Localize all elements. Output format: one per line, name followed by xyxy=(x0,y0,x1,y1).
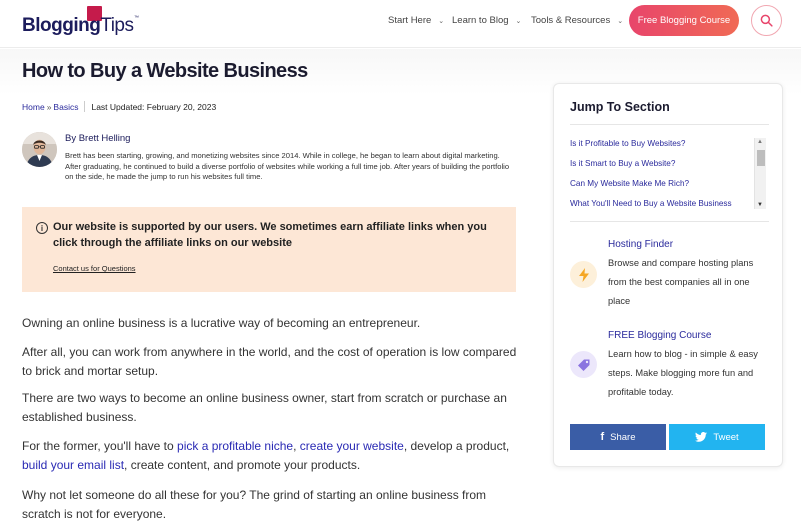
toc-item[interactable]: Is it Profitable to Buy Websites? xyxy=(570,139,685,148)
author-name[interactable]: By Brett Helling xyxy=(65,133,130,144)
free-course-link[interactable]: FREE Blogging Course xyxy=(608,330,711,341)
site-header: BloggingTips ™ Start Here ⌄ Learn to Blo… xyxy=(0,0,801,48)
toc-item[interactable]: Is it Smart to Buy a Website? xyxy=(570,159,675,168)
article-meta: Home » Basics Last Updated: February 20,… xyxy=(22,101,216,112)
nav-tools-resources[interactable]: Tools & Resources ⌄ xyxy=(531,15,623,26)
contact-link[interactable]: Contact us for Questions xyxy=(53,264,136,273)
sidebar-card: Jump To Section Is it Profitable to Buy … xyxy=(553,83,783,467)
page-title: How to Buy a Website Business xyxy=(22,60,308,82)
logo-trademark: ™ xyxy=(134,15,139,21)
avatar-image xyxy=(22,132,57,167)
facebook-share-button[interactable]: f Share xyxy=(570,424,666,450)
article-paragraph-2: After all, you can work from anywhere in… xyxy=(22,345,517,378)
lightning-icon xyxy=(570,261,597,288)
search-button[interactable] xyxy=(751,5,782,36)
breadcrumb-category[interactable]: Basics xyxy=(53,102,78,112)
twitter-share-button[interactable]: Tweet xyxy=(669,424,765,450)
toc-list[interactable]: Is it Profitable to Buy Websites? Is it … xyxy=(570,138,768,209)
article-paragraph-3: There are two ways to become an online b… xyxy=(22,391,507,424)
toc-item[interactable]: What You'll Need to Buy a Website Busine… xyxy=(570,199,732,208)
toc-item[interactable]: Can My Website Make Me Rich? xyxy=(570,179,689,188)
hosting-finder-link[interactable]: Hosting Finder xyxy=(608,239,673,250)
author-bio: Brett has been starting, growing, and mo… xyxy=(65,151,510,181)
scroll-up-icon[interactable]: ▲ xyxy=(757,139,763,145)
toc-scrollbar[interactable]: ▲ ▼ xyxy=(754,138,766,209)
search-icon xyxy=(760,14,773,27)
article-paragraph-4: For the former, you'll have to pick a pr… xyxy=(22,439,510,472)
author-avatar[interactable] xyxy=(22,132,57,167)
free-course-button[interactable]: Free Blogging Course xyxy=(629,5,739,36)
link-create-website[interactable]: create your website xyxy=(300,439,404,453)
chevron-down-icon: ⌄ xyxy=(438,17,445,25)
scrollbar-thumb[interactable] xyxy=(757,150,765,166)
nav-start-here[interactable]: Start Here ⌄ xyxy=(388,15,444,26)
divider xyxy=(570,221,769,222)
article-paragraph-1: Owning an online business is a lucrative… xyxy=(22,316,421,330)
notice-text: Our website is supported by our users. W… xyxy=(53,221,487,249)
affiliate-notice: i Our website is supported by our users.… xyxy=(22,207,516,292)
last-updated: Last Updated: February 20, 2023 xyxy=(91,101,217,112)
facebook-icon: f xyxy=(600,431,605,443)
jump-to-section-title: Jump To Section xyxy=(570,100,670,114)
chevron-down-icon: ⌄ xyxy=(617,17,624,25)
breadcrumb-separator: » xyxy=(46,101,52,112)
breadcrumb-home[interactable]: Home xyxy=(22,102,45,112)
article-paragraph-5: Why not let someone do all these for you… xyxy=(22,488,487,521)
link-build-email-list[interactable]: build your email list xyxy=(22,458,124,472)
chevron-down-icon: ⌄ xyxy=(515,17,522,25)
hosting-finder-desc: Browse and compare hosting plans from th… xyxy=(608,258,754,306)
free-course-desc: Learn how to blog - in simple & easy ste… xyxy=(608,349,758,397)
divider xyxy=(570,124,769,125)
tag-icon xyxy=(570,351,597,378)
meta-divider xyxy=(84,101,86,112)
logo-text: BloggingTips xyxy=(22,15,134,36)
info-icon: i xyxy=(36,222,48,234)
twitter-icon xyxy=(695,432,708,442)
link-pick-niche[interactable]: pick a profitable niche xyxy=(177,439,293,453)
nav-learn-to-blog[interactable]: Learn to Blog ⌄ xyxy=(452,15,521,26)
scroll-down-icon[interactable]: ▼ xyxy=(757,202,763,208)
